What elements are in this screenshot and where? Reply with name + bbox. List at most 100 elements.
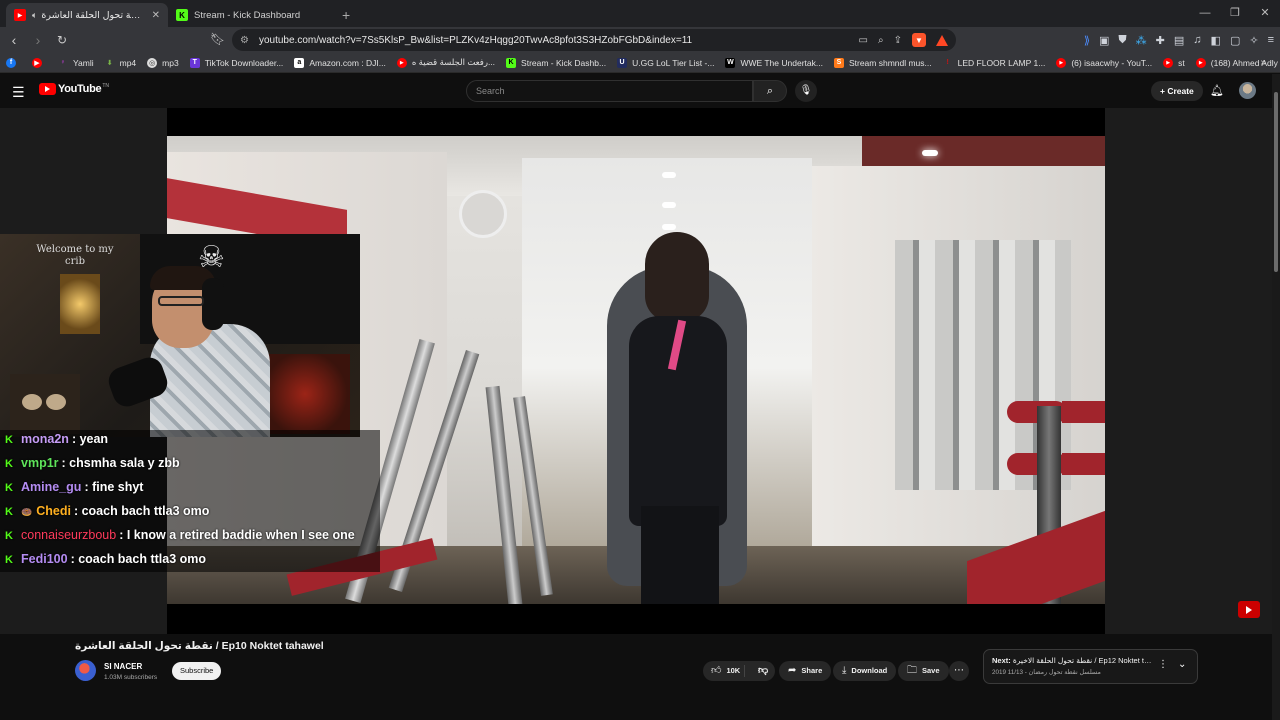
bookmark-youtube[interactable]: ▶ bbox=[32, 57, 47, 68]
extension-2-icon[interactable]: ▣ bbox=[1099, 34, 1109, 47]
extension-1-icon[interactable]: ⟫ bbox=[1084, 34, 1090, 47]
channel-avatar[interactable] bbox=[75, 660, 96, 681]
youtube-icon: ▶ bbox=[1195, 57, 1206, 68]
bookmark-kick-dashboard[interactable]: K Stream - Kick Dashb... bbox=[506, 57, 607, 68]
save-button[interactable]: 🗀︎ Save bbox=[898, 661, 949, 681]
more-bookmarks-icon[interactable]: » bbox=[1260, 57, 1266, 68]
playlist-next-panel[interactable]: Next: نقطة تحول الحلقة الاخيرة / Ep12 No… bbox=[983, 649, 1198, 684]
bookmark-mp3[interactable]: ◎ mp3 bbox=[147, 57, 179, 68]
red-pad bbox=[1062, 401, 1105, 423]
more-actions-button[interactable]: ⋯ bbox=[949, 661, 969, 681]
sidebar-icon[interactable]: ◧ bbox=[1211, 34, 1221, 47]
bookmark-ugg[interactable]: U U.GG LoL Tier List -... bbox=[617, 57, 714, 68]
like-button[interactable]: 👍︎ 10K bbox=[703, 665, 745, 677]
bookmark-label: mp4 bbox=[119, 57, 137, 68]
tiktok-downloader-icon: T bbox=[189, 57, 200, 68]
new-tab-button[interactable]: + bbox=[342, 3, 350, 27]
bookmark-youtube-arabic[interactable]: ▶ رفعت الجلسة قضية ه... bbox=[396, 57, 496, 68]
brave-rewards-icon[interactable] bbox=[936, 34, 948, 46]
youtube-watermark-icon[interactable] bbox=[1238, 601, 1260, 618]
menu-icon[interactable]: ☰ bbox=[12, 84, 25, 101]
maximize-icon[interactable]: ❐ bbox=[1220, 0, 1250, 27]
bookmark-mp4[interactable]: ⬇ mp4 bbox=[105, 57, 137, 68]
page-scrollbar[interactable] bbox=[1272, 74, 1280, 720]
leo-ai-icon[interactable]: ✧ bbox=[1249, 34, 1258, 47]
mp3-icon: ◎ bbox=[147, 57, 158, 68]
shelf-item bbox=[22, 394, 42, 410]
scrollbar-thumb[interactable] bbox=[1274, 92, 1278, 272]
reload-icon[interactable]: ↻ bbox=[52, 33, 72, 47]
tab-youtube[interactable]: ▶ 🔈︎ نقطة تحول الحلقة العاشرة / Ep10 ✕ bbox=[6, 3, 168, 27]
chat-message: Kconnaiseurzboub: I know a retired baddi… bbox=[5, 528, 355, 542]
youtube-header: ☰ YouTube TN Search ⌕ 🎙︎ + Create 🔔︎ bbox=[0, 74, 1280, 108]
subscribe-button[interactable]: Subscribe bbox=[172, 662, 222, 680]
bookmark-label: رفعت الجلسة قضية ه... bbox=[411, 57, 496, 67]
amazon-icon: a bbox=[294, 57, 305, 68]
back-icon[interactable]: ‹ bbox=[4, 32, 24, 48]
download-button[interactable]: ⤓ Download bbox=[833, 661, 897, 681]
download-label: Download bbox=[851, 666, 888, 675]
forward-icon[interactable]: › bbox=[28, 32, 48, 48]
bookmark-led-floor-lamp[interactable]: ! LED FLOOR LAMP 1... bbox=[943, 58, 1045, 68]
lamp-glow bbox=[60, 274, 100, 334]
bookmark-isaacwhy[interactable]: ▶ (6) isaacwhy - YouT... bbox=[1056, 57, 1152, 68]
cast-icon[interactable]: ▭ bbox=[859, 35, 868, 46]
minimize-icon[interactable]: — bbox=[1190, 0, 1220, 27]
bookmark-facebook[interactable]: f bbox=[6, 57, 21, 68]
zoom-icon[interactable]: ⌕ bbox=[878, 35, 884, 46]
extension-3-icon[interactable]: ⛊ bbox=[1118, 34, 1126, 47]
notifications-bell-icon[interactable]: 🔔︎ bbox=[1210, 84, 1224, 97]
tab-kick-dashboard[interactable]: K Stream - Kick Dashboard bbox=[168, 3, 330, 27]
voice-search-button[interactable]: 🎙︎ bbox=[795, 80, 817, 102]
bookmark-page-icon[interactable]: 🔖︎ bbox=[210, 32, 225, 46]
bookmark-tiktok-downloader[interactable]: T TikTok Downloader... bbox=[189, 57, 283, 68]
tab-title: نقطة تحول الحلقة العاشرة / Ep10 bbox=[41, 9, 147, 21]
speaker-icon[interactable]: 🔈︎ bbox=[32, 10, 37, 21]
extensions-puzzle-icon[interactable]: ✚ bbox=[1156, 34, 1165, 47]
youtube-icon: ▶ bbox=[1163, 57, 1174, 68]
brave-shields-icon[interactable]: ▼ bbox=[912, 33, 926, 47]
chat-message: K 🍩 Chedi: coach bach ttla3 omo bbox=[5, 504, 209, 518]
more-dots-icon: ⋯ bbox=[954, 665, 964, 676]
bookmark-stream-shmndl[interactable]: S Stream shmndl mus... bbox=[833, 57, 932, 68]
browser-menu-icon[interactable]: ≡ bbox=[1268, 34, 1274, 46]
next-video-label: Next: نقطة تحول الحلقة الاخيرة / Ep12 No… bbox=[992, 656, 1154, 665]
bookmark-st[interactable]: ▶ st bbox=[1163, 57, 1185, 68]
omnibox[interactable]: ⚙ youtube.com/watch?v=7Ss5KlsP_Bw&list=P… bbox=[232, 29, 956, 51]
search-button[interactable]: ⌕ bbox=[753, 80, 787, 102]
chat-username: Amine_gu bbox=[21, 480, 82, 494]
channel-name[interactable]: SI NACER bbox=[104, 662, 142, 671]
person-head bbox=[645, 232, 709, 322]
bookmark-label: Yamli bbox=[73, 57, 94, 68]
chat-message: Kmona2n: yean bbox=[5, 432, 108, 446]
kebab-menu-icon[interactable]: ⋮ bbox=[1158, 659, 1168, 670]
bookmark-wwe[interactable]: W WWE The Undertak... bbox=[725, 57, 823, 68]
close-tab-icon[interactable]: ✕ bbox=[152, 10, 160, 21]
bookmark-ahmed-adly[interactable]: ▶ (168) Ahmed Adly |... bbox=[1195, 57, 1280, 68]
bookmark-label: Stream - Kick Dashb... bbox=[521, 57, 607, 68]
create-button[interactable]: + Create bbox=[1151, 81, 1203, 101]
account-avatar[interactable] bbox=[1239, 82, 1256, 99]
wallet-icon[interactable]: ▢ bbox=[1230, 34, 1240, 47]
bookmark-label: mp3 bbox=[162, 57, 179, 68]
red-pad bbox=[1062, 453, 1105, 475]
close-window-icon[interactable]: ✕ bbox=[1250, 0, 1280, 27]
ceiling-light bbox=[922, 150, 938, 156]
extension-4-icon[interactable]: ⁂ bbox=[1136, 34, 1147, 47]
bookmark-amazon[interactable]: a Amazon.com : DJI... bbox=[294, 57, 386, 68]
share-button[interactable]: ➦ Share bbox=[779, 661, 832, 681]
corridor-light bbox=[662, 202, 676, 208]
glasses bbox=[158, 296, 204, 306]
youtube-logo[interactable]: YouTube TN bbox=[39, 83, 109, 95]
url-text[interactable]: youtube.com/watch?v=7Ss5KlsP_Bw&list=PLZ… bbox=[259, 35, 859, 46]
dislike-button[interactable]: 👎︎ bbox=[750, 661, 768, 681]
share-icon[interactable]: ⇪ bbox=[894, 35, 902, 46]
bookmark-yamli[interactable]: ♀ Yamli bbox=[58, 57, 94, 68]
media-controls-icon[interactable]: ♫ bbox=[1193, 34, 1201, 46]
chevron-down-icon[interactable]: ⌄ bbox=[1178, 659, 1186, 670]
search-input[interactable]: Search bbox=[466, 80, 753, 102]
site-info-icon[interactable]: ⚙ bbox=[240, 35, 249, 46]
extension-5-icon[interactable]: ▤ bbox=[1174, 34, 1184, 47]
next-prefix: Next: bbox=[992, 656, 1011, 665]
chat-username: connaiseurzboub bbox=[21, 528, 117, 542]
